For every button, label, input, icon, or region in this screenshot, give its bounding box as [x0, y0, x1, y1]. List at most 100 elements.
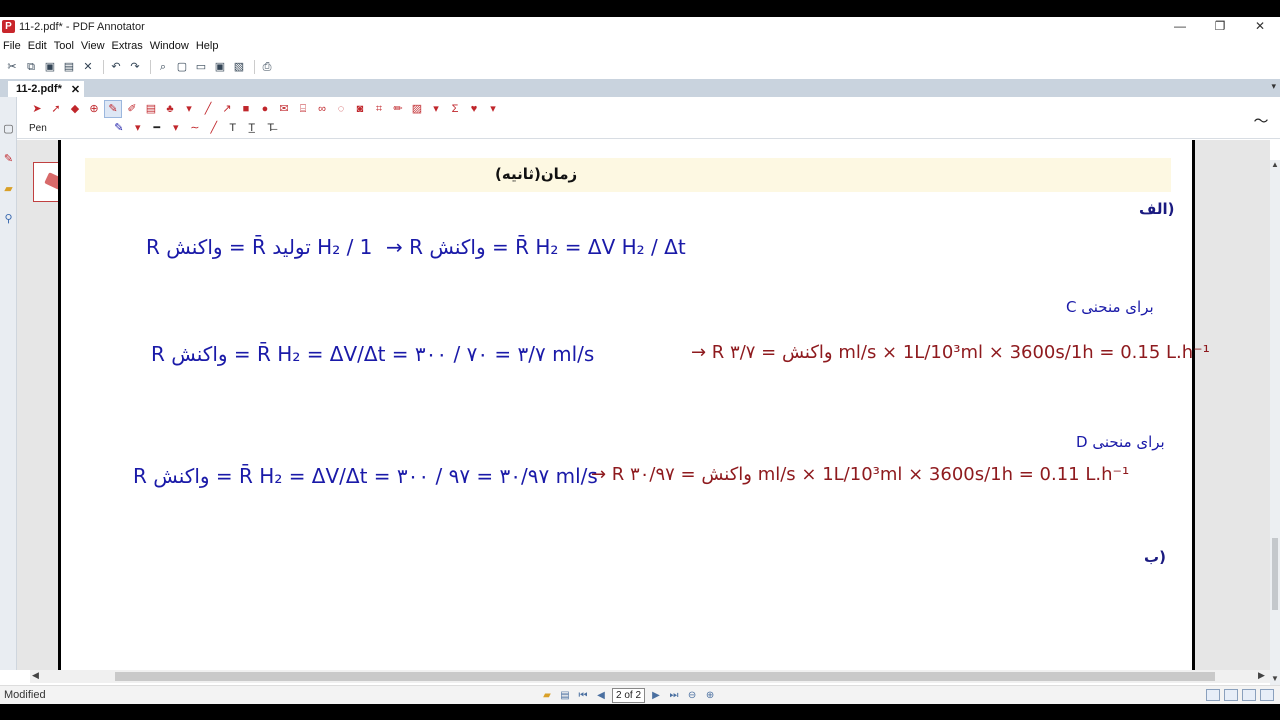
scroll-right-icon[interactable]: ▶: [1258, 670, 1265, 681]
menu-file[interactable]: File: [3, 40, 21, 52]
image-icon[interactable]: ▨: [409, 101, 425, 117]
camera-icon[interactable]: ◙: [352, 101, 368, 117]
image-dropdown-icon[interactable]: ▾: [428, 101, 444, 117]
save-as-icon[interactable]: ▧: [231, 59, 247, 75]
highlighter-icon[interactable]: ✐: [124, 101, 140, 117]
link-icon[interactable]: ∞: [314, 101, 330, 117]
sum-icon[interactable]: Σ: [447, 101, 463, 117]
line-width-icon[interactable]: ━: [149, 120, 165, 136]
envelope-icon[interactable]: ✉: [276, 101, 292, 117]
straight-line-icon[interactable]: ╱: [206, 120, 222, 136]
attachments-panel-icon[interactable]: ⚲: [2, 213, 15, 226]
fit-width-view-icon[interactable]: [1260, 689, 1274, 701]
pdf-page[interactable]: زمان(ثانیه) (الف R واکنش = R̄ تولید H₂ /…: [58, 140, 1210, 670]
cut-icon[interactable]: ✂: [4, 59, 20, 75]
find-icon[interactable]: ⌕: [155, 59, 171, 75]
marker-icon[interactable]: ✏: [390, 101, 406, 117]
curve-d-label: برای منحنی D: [1076, 433, 1165, 451]
annotations-panel-icon[interactable]: ✎: [2, 153, 15, 166]
close-window-button[interactable]: ✕: [1240, 17, 1280, 36]
redo-icon[interactable]: ↷: [127, 59, 143, 75]
pages-panel-icon[interactable]: ▢: [2, 123, 15, 136]
left-sidebar-strip: ▢ ✎ ▰ ⚲: [0, 97, 17, 670]
text-strikeout-icon[interactable]: T̶: [263, 120, 279, 136]
thumbnails-icon[interactable]: ▤: [558, 689, 572, 703]
paste-icon[interactable]: ▤: [61, 59, 77, 75]
horizontal-scrollbar[interactable]: ◀ ▶: [30, 670, 1270, 683]
bookmarks-panel-icon[interactable]: ▰: [2, 183, 15, 196]
menu-help[interactable]: Help: [196, 40, 219, 52]
next-page-icon[interactable]: ▶: [649, 689, 663, 703]
copy-icon[interactable]: ⧉: [23, 59, 39, 75]
stamp-dropdown-icon[interactable]: ▾: [181, 101, 197, 117]
two-page-view-icon[interactable]: [1242, 689, 1256, 701]
document-tab-label: 11-2.pdf*: [16, 83, 62, 95]
close-tab-icon[interactable]: ✕: [71, 83, 80, 96]
pen-color-dropdown-icon[interactable]: ▾: [130, 120, 146, 136]
crop-icon[interactable]: ⌗: [371, 101, 387, 117]
rectangle-icon[interactable]: ■: [238, 101, 254, 117]
go-forward-icon[interactable]: ⊕: [703, 689, 717, 703]
open-folder-status-icon[interactable]: ▰: [540, 689, 554, 703]
print-icon[interactable]: ⎙: [259, 59, 275, 75]
save-icon[interactable]: ▣: [42, 59, 58, 75]
select-text-icon[interactable]: ➚: [48, 101, 64, 117]
select-arrow-icon[interactable]: ➤: [29, 101, 45, 117]
vertical-scroll-thumb[interactable]: [1272, 538, 1278, 610]
page-navigation: ▰ ▤ ⏮ ◀ 2 of 2 ▶ ⏭ ⊖ ⊕: [540, 688, 721, 703]
menu-bar: File Edit Tool View Extras Window Help: [0, 37, 1280, 55]
ellipse-icon[interactable]: ●: [257, 101, 273, 117]
single-page-view-icon[interactable]: [1206, 689, 1220, 701]
arrow-line-icon[interactable]: ↗: [219, 101, 235, 117]
text-format-icon[interactable]: T: [225, 120, 241, 136]
maximize-button[interactable]: ❐: [1200, 17, 1240, 36]
menu-window[interactable]: Window: [150, 40, 189, 52]
eraser-icon[interactable]: ◆: [67, 101, 83, 117]
continuous-view-icon[interactable]: [1224, 689, 1238, 701]
stamp-icon[interactable]: ♣: [162, 101, 178, 117]
lasso-icon[interactable]: ◌: [333, 101, 349, 117]
zoom-icon[interactable]: ⊕: [86, 101, 102, 117]
go-back-icon[interactable]: ⊖: [685, 689, 699, 703]
favorite-heart-icon[interactable]: ♥: [466, 101, 482, 117]
last-page-icon[interactable]: ⏭: [667, 689, 681, 703]
menu-tool[interactable]: Tool: [54, 40, 74, 52]
save-disk-icon[interactable]: ▣: [212, 59, 228, 75]
smooth-curve-icon[interactable]: ∼: [187, 120, 203, 136]
open-folder-icon[interactable]: ▭: [193, 59, 209, 75]
window-title: 11-2.pdf* - PDF Annotator: [19, 20, 145, 33]
vertical-scrollbar[interactable]: ▲ ▼: [1270, 160, 1280, 687]
document-tab[interactable]: 11-2.pdf* ✕: [8, 81, 84, 97]
document-viewport[interactable]: زمان(ثانیه) (الف R واکنش = R̄ تولید H₂ /…: [17, 140, 1270, 670]
new-document-icon[interactable]: ▢: [174, 59, 190, 75]
line-icon[interactable]: ╱: [200, 101, 216, 117]
favorite-dropdown-icon[interactable]: ▾: [485, 101, 501, 117]
minimize-button[interactable]: —: [1160, 17, 1200, 36]
status-bar: Modified ▰ ▤ ⏮ ◀ 2 of 2 ▶ ⏭ ⊖ ⊕: [0, 685, 1280, 704]
text-box-icon[interactable]: ▤: [143, 101, 159, 117]
menu-view[interactable]: View: [81, 40, 105, 52]
annotation-toolbar: ➤ ➚ ◆ ⊕ ✎ ✐ ▤ ♣ ▾ ╱ ↗ ■ ● ✉ ⌸ ∞ ◌ ◙ ⌗ ✏ …: [17, 97, 1280, 139]
freehand-shape-icon[interactable]: 〜: [1248, 109, 1274, 135]
pen-color-icon[interactable]: ✎: [111, 120, 127, 136]
scroll-up-icon[interactable]: ▲: [1271, 160, 1279, 169]
menu-extras[interactable]: Extras: [112, 40, 143, 52]
ruler-icon[interactable]: ⌸: [295, 101, 311, 117]
equation-1-left: R واکنش = R̄ تولید H₂ / 1: [146, 235, 373, 259]
modified-status: Modified: [4, 689, 46, 701]
text-underline-icon[interactable]: T̲: [244, 120, 260, 136]
undo-icon[interactable]: ↶: [108, 59, 124, 75]
delete-icon[interactable]: ✕: [80, 59, 96, 75]
horizontal-scroll-thumb[interactable]: [115, 672, 1215, 681]
tab-list-dropdown-icon[interactable]: ▾: [1271, 81, 1276, 92]
main-toolbar: ✂ ⧉ ▣ ▤ ✕ ↶ ↷ ⌕ ▢ ▭ ▣ ▧ ⎙: [0, 56, 1280, 78]
menu-edit[interactable]: Edit: [28, 40, 47, 52]
previous-page-icon[interactable]: ◀: [594, 689, 608, 703]
scroll-left-icon[interactable]: ◀: [32, 670, 39, 681]
page-number-field[interactable]: 2 of 2: [612, 688, 646, 703]
scroll-down-icon[interactable]: ▼: [1271, 674, 1279, 683]
line-width-dropdown-icon[interactable]: ▾: [168, 120, 184, 136]
pen-tool-icon[interactable]: ✎: [104, 100, 122, 118]
first-page-icon[interactable]: ⏮: [576, 689, 590, 703]
current-tool-label: Pen: [29, 122, 47, 134]
